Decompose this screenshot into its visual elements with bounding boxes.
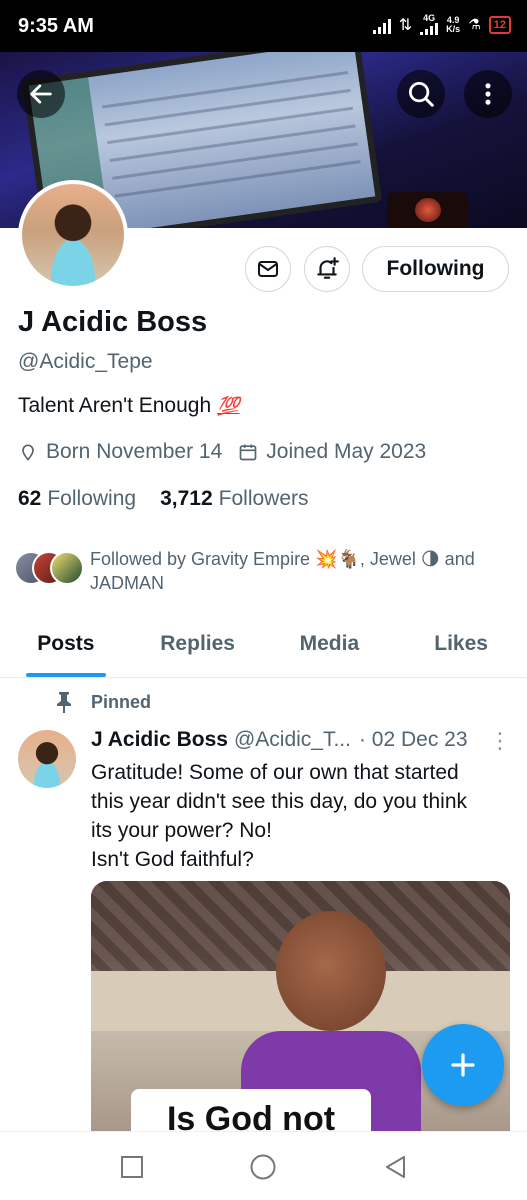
profile-name: J Acidic Boss [18, 306, 208, 338]
notifications-button[interactable] [304, 246, 350, 292]
followers-count-link[interactable]: 3,712 Followers [160, 487, 308, 511]
bio-emoji: 💯 [217, 396, 240, 416]
bell-plus-icon [317, 257, 339, 279]
pinned-label: Pinned [91, 691, 152, 712]
status-time: 9:35 AM [18, 15, 94, 37]
recents-button[interactable] [117, 1152, 147, 1182]
pinned-indicator: Pinned [55, 691, 151, 713]
back-button[interactable] [17, 70, 65, 118]
location-pin-icon [22, 444, 34, 461]
calendar-icon [239, 444, 257, 461]
profile-meta: Born November 14 Joined May 2023 [18, 440, 434, 464]
joined-item: Joined May 2023 [238, 440, 426, 464]
post-line: Isn't God faithful? [91, 848, 254, 871]
post-author-handle: @Acidic_T... [233, 728, 351, 751]
signal-icon-2 [420, 23, 439, 35]
tab-likes[interactable]: Likes [395, 614, 527, 677]
envelope-icon [258, 261, 278, 277]
post-image-caption: Is God not [131, 1089, 371, 1131]
square-icon [121, 1156, 143, 1178]
tab-media[interactable]: Media [264, 614, 396, 677]
arrow-left-icon [30, 84, 52, 104]
tab-posts[interactable]: Posts [0, 614, 132, 677]
post-date: · 02 Dec 23 [358, 728, 468, 751]
more-vertical-icon [485, 83, 491, 105]
following-count: 62 [18, 487, 42, 510]
search-button[interactable] [397, 70, 445, 118]
follow-counts: 62 Following 3,712 Followers [18, 487, 309, 511]
data-transfer-icon: ⇅ [398, 16, 413, 34]
banner-device-image [387, 192, 467, 228]
profile-handle: @Acidic_Tepe [18, 350, 153, 373]
network-type: 4G [423, 13, 436, 23]
followed-by[interactable]: Followed by Gravity Empire 💥🐐, Jewel 🌗 a… [14, 547, 514, 595]
flask-icon: ⚗ [468, 16, 481, 32]
profile-tabs: Posts Replies Media Likes [0, 614, 527, 678]
following-count-link[interactable]: 62 Following [18, 487, 136, 511]
post-author-avatar[interactable] [18, 730, 76, 788]
post-author-name[interactable]: J Acidic Boss [91, 728, 228, 752]
search-icon [409, 82, 434, 107]
birthday-item: Born November 14 [18, 440, 222, 464]
post-line: this year didn't see this day, do you th… [91, 790, 468, 813]
profile-avatar[interactable] [18, 180, 128, 290]
post-more-icon[interactable]: ⋮ [489, 728, 511, 754]
post-line: its your power? No! [91, 819, 272, 842]
profile-bio: Talent Aren't Enough 💯 [18, 394, 239, 418]
triangle-back-icon [386, 1156, 405, 1178]
compose-fab[interactable] [422, 1024, 504, 1106]
network-indicator: 4G [420, 13, 439, 35]
followed-by-avatars [14, 547, 86, 587]
post-text: Gratitude! Some of our own that started … [91, 758, 516, 874]
more-options-button[interactable] [464, 70, 512, 118]
post-header: J Acidic Boss @Acidic_T... · 02 Dec 23 ⋮ [91, 728, 511, 754]
speed-unit: K/s [446, 23, 461, 34]
system-nav-bar [0, 1131, 527, 1200]
following-label: Following [47, 487, 137, 510]
following-button[interactable]: Following [362, 246, 509, 292]
joined-date: Joined May 2023 [266, 440, 427, 463]
plus-icon [451, 1053, 475, 1077]
pin-icon [57, 692, 71, 713]
signal-icon [372, 16, 391, 34]
status-icons: ⇅ 4G 4.9 K/s ⚗ 12 [372, 13, 511, 35]
message-button[interactable] [245, 246, 291, 292]
followers-count: 3,712 [160, 487, 213, 510]
system-back-button[interactable] [380, 1152, 410, 1182]
status-bar: 9:35 AM ⇅ 4G 4.9 K/s ⚗ 12 [0, 0, 527, 52]
bio-text: Talent Aren't Enough [18, 394, 212, 417]
followed-by-text: Followed by Gravity Empire 💥🐐, Jewel 🌗 a… [90, 549, 475, 593]
born-date: Born November 14 [46, 440, 223, 463]
post-line: Gratitude! Some of our own that started [91, 761, 459, 784]
tab-replies[interactable]: Replies [132, 614, 264, 677]
circle-icon [250, 1154, 276, 1180]
followers-label: Followers [218, 487, 309, 510]
battery-indicator: 12 [488, 15, 511, 34]
network-speed: 4.9 K/s [446, 15, 461, 34]
follower-avatar [50, 551, 84, 585]
home-button[interactable] [248, 1152, 278, 1182]
